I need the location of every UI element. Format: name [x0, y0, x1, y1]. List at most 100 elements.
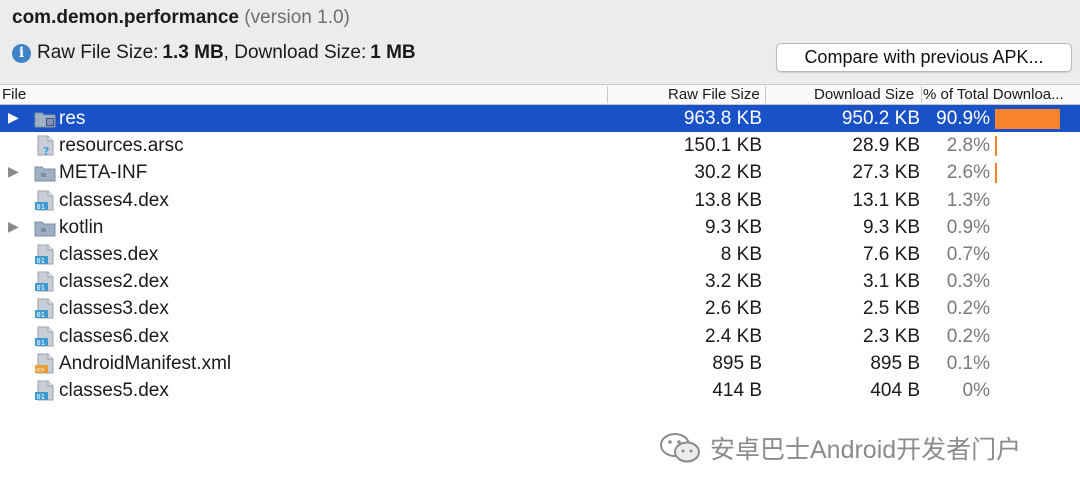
download-size-value: 1 MB: [370, 42, 416, 63]
percent-total: 0.1%: [946, 352, 990, 374]
package-name: com.demon.performance: [12, 7, 239, 28]
table-row[interactable]: ▶ META-INF 30.2 KB 27.3 KB 2.6%: [0, 159, 1080, 186]
xml-file-icon: <>: [34, 353, 56, 374]
file-name: res: [59, 108, 86, 129]
compare-apk-button[interactable]: Compare with previous APK...: [776, 43, 1072, 72]
folder-icon: [34, 217, 56, 238]
svg-text:01: 01: [37, 393, 45, 401]
file-name: AndroidManifest.xml: [59, 352, 232, 374]
table-row[interactable]: ? resources.arsc 150.1 KB 28.9 KB 2.8%: [0, 132, 1080, 159]
download-size: 3.1 KB: [862, 271, 920, 293]
file-name: classes5.dex: [59, 379, 169, 401]
percent-total: 0.7%: [946, 243, 990, 265]
expand-arrow-icon[interactable]: ▶: [8, 218, 19, 235]
raw-size: 9.3 KB: [704, 216, 762, 238]
svg-text:?: ?: [43, 145, 49, 156]
table-row[interactable]: ▶ kotlin 9.3 KB 9.3 KB 0.9%: [0, 214, 1080, 241]
svg-text:01: 01: [37, 203, 45, 211]
file-name: META-INF: [59, 162, 148, 184]
size-summary: i Raw File Size: 1.3 MB, Download Size: …: [12, 42, 416, 64]
folder-icon: [34, 162, 56, 183]
download-size: 27.3 KB: [852, 162, 920, 184]
file-list: ▶ res 963.8 KB 950.2 KB 90.9%? resources.arsc…: [0, 105, 1080, 404]
percent-bar: [995, 163, 997, 184]
column-download-size[interactable]: Download Size: [814, 86, 914, 103]
expand-arrow-icon[interactable]: ▶: [8, 109, 19, 126]
column-raw-size[interactable]: Raw File Size: [668, 86, 760, 103]
svg-text:01: 01: [37, 257, 45, 265]
raw-size: 2.6 KB: [704, 298, 762, 320]
percent-bar: [995, 136, 997, 157]
percent-total: 0.2%: [946, 325, 990, 347]
file-name: classes2.dex: [59, 271, 169, 293]
table-row[interactable]: <> AndroidManifest.xml 895 B 895 B 0.1%: [0, 350, 1080, 377]
percent-total: 0.9%: [946, 216, 990, 238]
raw-size: 2.4 KB: [704, 325, 762, 347]
dex-file-icon: 01: [34, 298, 56, 319]
svg-text:01: 01: [37, 311, 45, 319]
column-percent-total[interactable]: % of Total Downloa...: [923, 86, 1078, 103]
download-size: 950.2 KB: [841, 108, 920, 129]
raw-size: 150.1 KB: [683, 135, 762, 157]
file-name: kotlin: [59, 216, 104, 238]
apk-title: com.demon.performance (version 1.0): [12, 7, 350, 29]
download-size: 7.6 KB: [862, 243, 920, 265]
raw-size-value: 1.3 MB: [162, 42, 224, 63]
percent-total: 0%: [962, 379, 990, 401]
folder-res-icon: [34, 108, 56, 129]
raw-size: 30.2 KB: [694, 162, 762, 184]
download-size: 2.5 KB: [862, 298, 920, 320]
dex-file-icon: 01: [34, 244, 56, 265]
table-row[interactable]: 01 classes6.dex 2.4 KB 2.3 KB 0.2%: [0, 323, 1080, 350]
percent-total: 2.8%: [946, 135, 990, 157]
table-header: File Raw File Size Download Size % of To…: [0, 85, 1080, 105]
raw-size: 895 B: [712, 352, 762, 374]
percent-total: 0.3%: [946, 271, 990, 293]
watermark: 安卓巴士Android开发者门户: [658, 430, 1021, 466]
raw-size: 414 B: [712, 379, 762, 401]
raw-size-label: Raw File Size:: [37, 42, 159, 63]
wechat-icon: [660, 433, 700, 463]
raw-size: 963.8 KB: [683, 108, 762, 129]
column-divider[interactable]: [921, 86, 922, 103]
svg-text:<>: <>: [36, 366, 44, 374]
dex-file-icon: 01: [34, 380, 56, 401]
table-row[interactable]: 01 classes3.dex 2.6 KB 2.5 KB 0.2%: [0, 295, 1080, 322]
dex-file-icon: 01: [34, 271, 56, 292]
column-divider[interactable]: [607, 86, 608, 103]
download-size: 9.3 KB: [862, 216, 920, 238]
watermark-text: 安卓巴士Android开发者门户: [710, 436, 1022, 464]
download-size: 404 B: [870, 379, 920, 401]
table-row[interactable]: 01 classes.dex 8 KB 7.6 KB 0.7%: [0, 241, 1080, 268]
raw-size: 8 KB: [720, 243, 762, 265]
dex-file-icon: 01: [34, 190, 56, 211]
table-row[interactable]: 01 classes4.dex 13.8 KB 13.1 KB 1.3%: [0, 187, 1080, 214]
column-file[interactable]: File: [2, 86, 26, 103]
download-size: 13.1 KB: [852, 189, 920, 211]
column-divider[interactable]: [765, 86, 766, 103]
expand-arrow-icon[interactable]: ▶: [8, 163, 19, 180]
file-name: resources.arsc: [59, 135, 184, 157]
percent-total: 2.6%: [946, 162, 990, 184]
file-name: classes.dex: [59, 243, 159, 265]
download-size: 895 B: [870, 352, 920, 374]
download-size: 2.3 KB: [862, 325, 920, 347]
file-name: classes4.dex: [59, 189, 169, 211]
svg-text:01: 01: [37, 339, 45, 347]
file-name: classes3.dex: [59, 298, 169, 320]
percent-total: 1.3%: [946, 189, 990, 211]
summary-header: com.demon.performance (version 1.0) i Ra…: [0, 0, 1080, 84]
download-size-label: , Download Size:: [223, 42, 367, 63]
info-icon: i: [12, 43, 31, 63]
file-name: classes6.dex: [59, 325, 169, 347]
percent-total: 0.2%: [946, 298, 990, 320]
dex-file-icon: 01: [34, 326, 56, 347]
download-size: 28.9 KB: [852, 135, 920, 157]
percent-bar: [995, 109, 1060, 129]
table-row[interactable]: 01 classes5.dex 414 B 404 B 0%: [0, 377, 1080, 404]
table-row[interactable]: 01 classes2.dex 3.2 KB 3.1 KB 0.3%: [0, 268, 1080, 295]
version-label: (version 1.0): [244, 7, 350, 28]
percent-total: 90.9%: [936, 108, 990, 129]
raw-size: 13.8 KB: [694, 189, 762, 211]
table-row[interactable]: ▶ res 963.8 KB 950.2 KB 90.9%: [0, 105, 1080, 133]
